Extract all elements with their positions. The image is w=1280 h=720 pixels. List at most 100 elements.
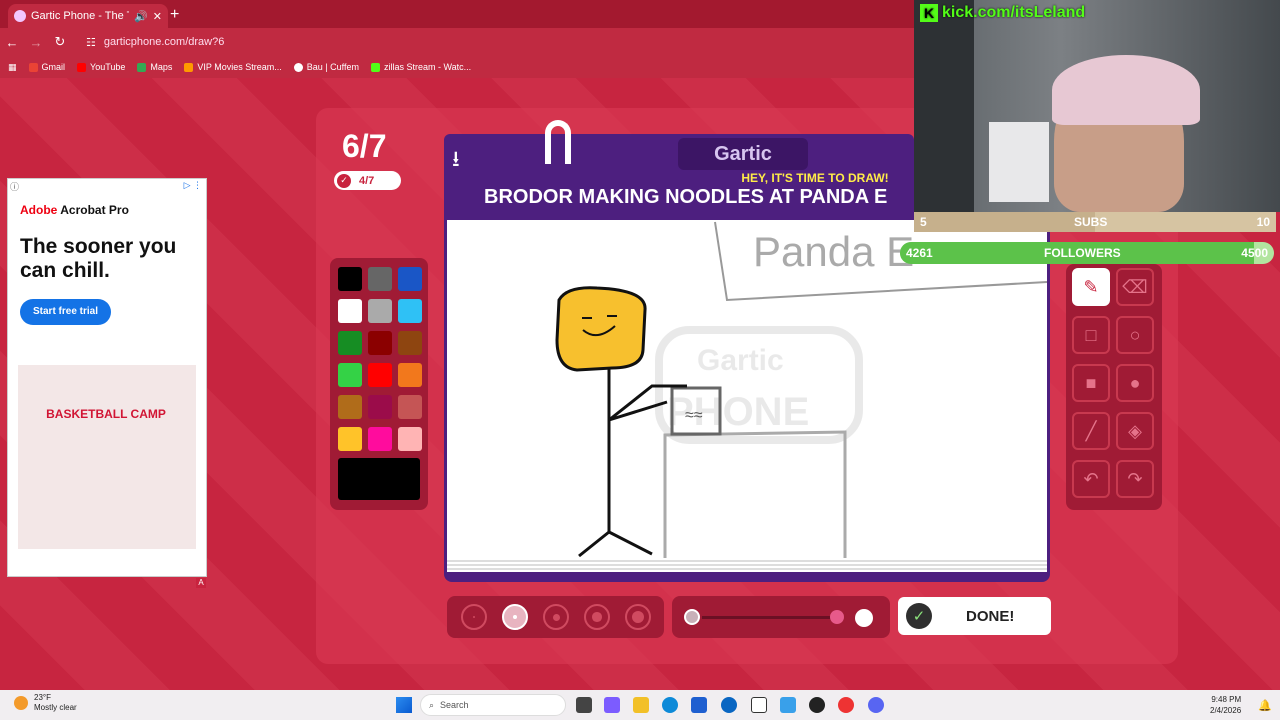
tab-title: Gartic Phone - The Telepho bbox=[31, 10, 129, 22]
windows-taskbar: 23°F Mostly clear ⌕ Search 9:48 PM 2/4/20… bbox=[0, 690, 1280, 720]
forward-button[interactable]: → bbox=[24, 35, 48, 50]
bookmark-vip-movies[interactable]: VIP Movies Stream... bbox=[184, 62, 282, 72]
done-check-icon: ✓ bbox=[906, 603, 932, 629]
redo-icon: ↷ bbox=[1127, 468, 1143, 489]
color-swatch[interactable] bbox=[338, 299, 362, 323]
opacity-handle[interactable] bbox=[830, 610, 844, 624]
tool-panel: ✎ ⌫ □ ○ ■ ● ╱ ◈ ↶ ↷ bbox=[1066, 264, 1162, 510]
brush-size-option[interactable] bbox=[461, 604, 487, 630]
color-swatch[interactable] bbox=[398, 267, 422, 291]
brush-size-option[interactable] bbox=[543, 604, 569, 630]
amazon-icon[interactable] bbox=[751, 697, 767, 713]
color-swatch[interactable] bbox=[398, 363, 422, 387]
color-swatch[interactable] bbox=[368, 299, 392, 323]
new-tab-button[interactable]: + bbox=[170, 6, 179, 24]
drawing-canvas[interactable]: Panda E Gartic PHONE ≈≈ bbox=[447, 220, 1047, 558]
color-swatch[interactable] bbox=[398, 395, 422, 419]
followers-goal-bar: 4261 FOLLOWERS 4500 bbox=[900, 242, 1274, 264]
pencil-tool[interactable]: ✎ bbox=[1072, 268, 1110, 306]
bookmark-bau-cuffem[interactable]: Bau | Cuffem bbox=[293, 62, 359, 72]
adchoices-icon[interactable]: A bbox=[196, 578, 206, 588]
browser-tab[interactable]: Gartic Phone - The Telepho 🔊 ✕ bbox=[8, 4, 168, 28]
back-button[interactable]: ← bbox=[0, 35, 24, 50]
bookmark-youtube[interactable]: YouTube bbox=[77, 62, 125, 72]
ad-brand: Adobe Acrobat Pro bbox=[20, 203, 129, 217]
edge-icon[interactable] bbox=[662, 697, 678, 713]
color-swatch[interactable] bbox=[338, 331, 362, 355]
bookmarks-bar: ▦ Gmail YouTube Maps VIP Movies Stream..… bbox=[0, 56, 920, 78]
circle-fill-tool[interactable]: ● bbox=[1116, 364, 1154, 402]
color-swatch[interactable] bbox=[368, 267, 392, 291]
eraser-tool[interactable]: ⌫ bbox=[1116, 268, 1154, 306]
task-view-icon[interactable] bbox=[576, 697, 592, 713]
brush-size-dot bbox=[632, 611, 644, 623]
redo-tool[interactable]: ↷ bbox=[1116, 460, 1154, 498]
close-tab-icon[interactable]: ✕ bbox=[153, 10, 162, 23]
opacity-max-icon bbox=[855, 609, 873, 627]
rectangle-outline-tool[interactable]: □ bbox=[1072, 316, 1110, 354]
bookmark-zillas-stream[interactable]: zillas Stream - Watc... bbox=[371, 62, 471, 72]
notification-icon[interactable]: 🔔 bbox=[1258, 699, 1272, 712]
site-info-icon[interactable]: ☷ bbox=[86, 36, 96, 49]
brush-size-option[interactable] bbox=[625, 604, 651, 630]
check-icon: ✓ bbox=[337, 173, 351, 188]
subs-goal: 10 bbox=[1256, 215, 1270, 229]
audio-icon[interactable]: 🔊 bbox=[134, 10, 148, 23]
clock-date: 2/4/2026 bbox=[1210, 706, 1242, 715]
advertisement[interactable]: ⓘ ▷ ⋮ Adobe Acrobat Pro The sooner you c… bbox=[7, 178, 207, 577]
color-swatch[interactable] bbox=[338, 427, 362, 451]
color-swatch[interactable] bbox=[398, 331, 422, 355]
opacity-track[interactable] bbox=[702, 616, 842, 619]
discord-icon[interactable] bbox=[868, 697, 884, 713]
ad-cta-button[interactable]: Start free trial bbox=[20, 299, 112, 325]
brush-size-dot bbox=[592, 612, 602, 622]
notebook-ring bbox=[545, 120, 571, 164]
reload-button[interactable]: ↻ bbox=[48, 34, 72, 50]
app-icon[interactable] bbox=[780, 697, 796, 713]
system-clock[interactable]: 9:48 PM 2/4/2026 bbox=[1210, 694, 1241, 716]
chrome-icon[interactable] bbox=[838, 697, 854, 713]
color-swatch[interactable] bbox=[398, 427, 422, 451]
store-icon[interactable] bbox=[691, 697, 707, 713]
copilot-icon[interactable] bbox=[604, 697, 620, 713]
undo-icon: ↶ bbox=[1083, 468, 1099, 489]
ad-info-icon[interactable]: ⓘ bbox=[10, 180, 19, 193]
brush-size-option[interactable] bbox=[584, 604, 610, 630]
webcam-fridge bbox=[989, 122, 1049, 202]
kick-url: kick.com/itsLeland bbox=[942, 4, 1086, 21]
search-placeholder: Search bbox=[440, 700, 469, 710]
kick-logo-icon: K bbox=[920, 4, 938, 22]
brush-size-option[interactable] bbox=[502, 604, 528, 630]
color-swatch[interactable] bbox=[398, 299, 422, 323]
fill-bucket-tool[interactable]: ◈ bbox=[1116, 412, 1154, 450]
rectangle-fill-tool[interactable]: ■ bbox=[1072, 364, 1110, 402]
line-tool[interactable]: ╱ bbox=[1072, 412, 1110, 450]
file-explorer-icon[interactable] bbox=[633, 697, 649, 713]
done-button[interactable]: ✓ DONE! bbox=[898, 597, 1051, 635]
color-swatch[interactable] bbox=[368, 331, 392, 355]
weather-desc: Mostly clear bbox=[34, 703, 77, 712]
address-bar-row: ← → ↻ ☷ garticphone.com/draw?6 bbox=[0, 28, 920, 56]
color-swatch[interactable] bbox=[338, 363, 362, 387]
color-swatch[interactable] bbox=[368, 363, 392, 387]
ad-image-title: BASKETBALL CAMP bbox=[46, 407, 166, 421]
ad-choices-icon[interactable]: ▷ ⋮ bbox=[184, 180, 202, 191]
color-swatch[interactable] bbox=[338, 267, 362, 291]
windows-start-icon[interactable] bbox=[396, 697, 412, 713]
color-swatch[interactable] bbox=[368, 427, 392, 451]
download-icon[interactable]: ⭳ bbox=[452, 142, 460, 180]
undo-tool[interactable]: ↶ bbox=[1072, 460, 1110, 498]
apps-icon[interactable]: ▦ bbox=[8, 62, 17, 73]
obs-icon[interactable] bbox=[809, 697, 825, 713]
circle-outline-tool[interactable]: ○ bbox=[1116, 316, 1154, 354]
bookmark-gmail[interactable]: Gmail bbox=[28, 62, 65, 72]
bookmark-maps[interactable]: Maps bbox=[137, 62, 172, 72]
color-swatch[interactable] bbox=[338, 395, 362, 419]
kick-channel-label: K kick.com/itsLeland bbox=[920, 4, 1085, 22]
hp-icon[interactable] bbox=[721, 697, 737, 713]
taskbar-search[interactable]: ⌕ Search bbox=[420, 694, 566, 716]
url-field[interactable]: garticphone.com/draw?6 bbox=[104, 36, 224, 48]
weather-widget[interactable]: 23°F Mostly clear bbox=[14, 693, 77, 713]
round-counter: 6/7 bbox=[342, 128, 387, 164]
color-swatch[interactable] bbox=[368, 395, 392, 419]
